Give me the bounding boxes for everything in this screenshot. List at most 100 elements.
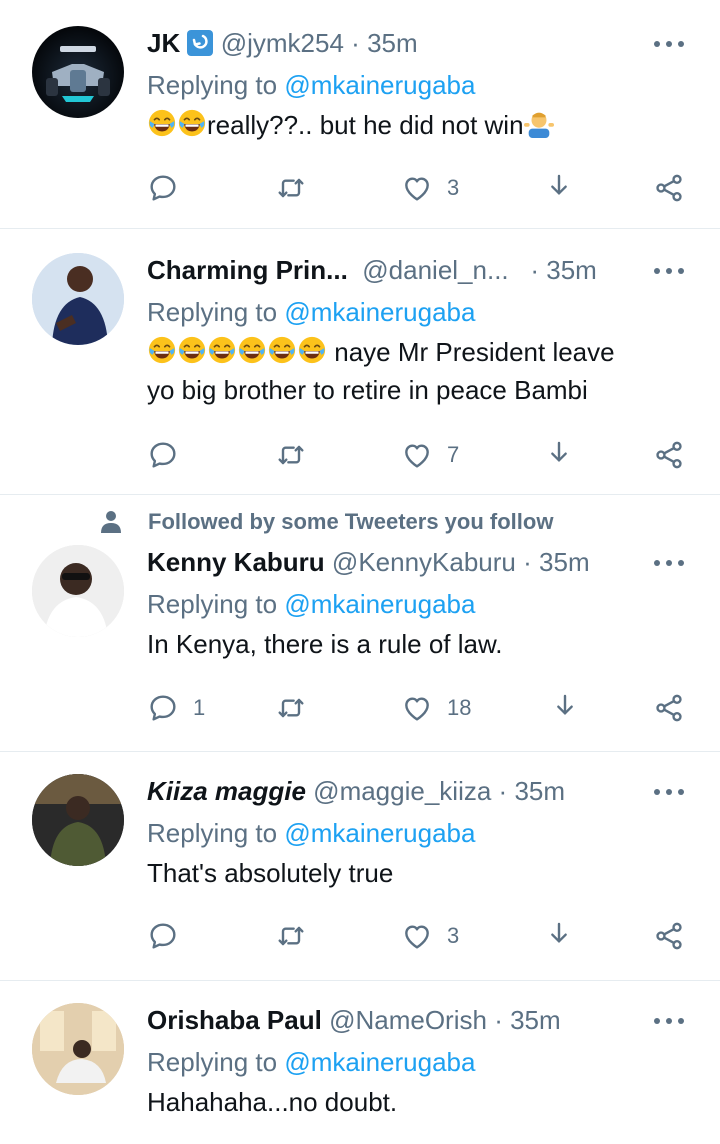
like-button[interactable]: 3 bbox=[401, 918, 459, 954]
bookmark-button[interactable] bbox=[549, 690, 581, 726]
timestamp[interactable]: 35m bbox=[510, 1005, 561, 1035]
reply-icon bbox=[147, 439, 179, 471]
tweet[interactable]: Orishaba Paul @NameOrish · 35m Replying … bbox=[0, 981, 720, 1144]
avatar[interactable] bbox=[32, 774, 124, 866]
tweet-actions: 1 18 bbox=[147, 690, 707, 726]
laughing-emoji bbox=[147, 335, 177, 365]
like-count: 18 bbox=[447, 695, 472, 720]
retweet-button[interactable] bbox=[275, 437, 307, 473]
profile-photo bbox=[32, 545, 124, 637]
retweet-button[interactable] bbox=[275, 170, 307, 206]
share-button[interactable] bbox=[653, 170, 685, 206]
profile-photo bbox=[32, 253, 124, 345]
tweet-actions: 3 bbox=[147, 170, 707, 206]
mention-link[interactable]: @mkainerugaba bbox=[284, 818, 475, 848]
like-count: 3 bbox=[447, 175, 460, 200]
like-button[interactable]: 7 bbox=[401, 437, 459, 473]
laughing-emoji bbox=[267, 335, 297, 365]
tweet-text-line: naye Mr President leave bbox=[334, 337, 615, 367]
social-context-text: Followed by some Tweeters you follow bbox=[148, 509, 554, 534]
reply-button[interactable] bbox=[147, 437, 193, 473]
share-button[interactable] bbox=[653, 690, 685, 726]
replying-to: Replying to @mkainerugaba bbox=[147, 816, 690, 850]
mention-link[interactable]: @mkainerugaba bbox=[284, 297, 475, 327]
tweet-text: really??.. but he did not win bbox=[147, 106, 690, 144]
tweet-actions: 3 bbox=[147, 918, 707, 954]
laughing-emoji bbox=[207, 335, 237, 365]
handle[interactable]: @KennyKaburu bbox=[332, 547, 516, 577]
display-name[interactable]: Kiiza maggie bbox=[147, 776, 306, 806]
bookmark-icon bbox=[549, 692, 581, 724]
timestamp[interactable]: 35m bbox=[539, 547, 590, 577]
avatar[interactable] bbox=[32, 253, 124, 345]
reply-icon bbox=[147, 692, 179, 724]
replying-to: Replying to @mkainerugaba bbox=[147, 68, 690, 102]
handle[interactable]: @NameOrish bbox=[329, 1005, 487, 1035]
reply-button[interactable]: 1 bbox=[147, 690, 205, 726]
bookmark-icon bbox=[543, 920, 575, 952]
reply-count: 1 bbox=[193, 695, 206, 720]
bookmark-button[interactable] bbox=[543, 918, 575, 954]
tweet[interactable]: JK @jymk254 · 35m Replying to @mkainerug… bbox=[0, 0, 720, 229]
avatar[interactable] bbox=[32, 1003, 124, 1095]
handle[interactable]: @daniel_n... bbox=[362, 255, 508, 285]
display-name[interactable]: Charming Prin... bbox=[147, 255, 348, 285]
like-button[interactable]: 3 bbox=[401, 170, 459, 206]
reply-button[interactable] bbox=[147, 918, 193, 954]
replying-to: Replying to @mkainerugaba bbox=[147, 295, 690, 329]
more-options-icon[interactable] bbox=[654, 788, 684, 796]
share-icon bbox=[653, 439, 685, 471]
tweet-header: Kenny Kaburu @KennyKaburu · 35m bbox=[147, 545, 690, 579]
more-options-icon[interactable] bbox=[654, 559, 684, 567]
laughing-emoji bbox=[297, 335, 327, 365]
more-options-icon[interactable] bbox=[654, 40, 684, 48]
profile-photo bbox=[32, 1003, 124, 1095]
timestamp[interactable]: 35m bbox=[546, 255, 597, 285]
avatar[interactable] bbox=[32, 26, 124, 118]
tweet-header: Kiiza maggie @maggie_kiiza · 35m bbox=[147, 774, 690, 808]
retweet-button[interactable] bbox=[275, 918, 307, 954]
bookmark-icon bbox=[543, 439, 575, 471]
like-icon bbox=[401, 439, 433, 471]
social-context: Followed by some Tweeters you follow bbox=[100, 507, 553, 537]
handle[interactable]: @jymk254 bbox=[221, 28, 344, 58]
separator: · bbox=[494, 1005, 503, 1035]
reply-button[interactable] bbox=[147, 170, 193, 206]
replying-label: Replying to bbox=[147, 70, 278, 100]
person-icon bbox=[101, 511, 121, 533]
tweet-text: That's absolutely true bbox=[147, 858, 394, 888]
tweet-header: Charming Prin... @daniel_n... · 35m bbox=[147, 253, 690, 287]
separator: · bbox=[523, 547, 532, 577]
bookmark-button[interactable] bbox=[543, 170, 575, 206]
laughing-emoji bbox=[237, 335, 267, 365]
mention-link[interactable]: @mkainerugaba bbox=[284, 70, 475, 100]
like-button[interactable]: 18 bbox=[401, 690, 471, 726]
share-button[interactable] bbox=[653, 918, 685, 954]
handle[interactable]: @maggie_kiiza bbox=[313, 776, 491, 806]
bookmark-button[interactable] bbox=[543, 437, 575, 473]
tweet[interactable]: Followed by some Tweeters you follow Ken… bbox=[0, 495, 720, 752]
timestamp[interactable]: 35m bbox=[367, 28, 418, 58]
retweet-icon bbox=[275, 692, 307, 724]
retweet-icon bbox=[275, 439, 307, 471]
replying-label: Replying to bbox=[147, 589, 278, 619]
timestamp[interactable]: 35m bbox=[514, 776, 565, 806]
tweet[interactable]: Kiiza maggie @maggie_kiiza · 35m Replyin… bbox=[0, 752, 720, 981]
share-icon bbox=[653, 920, 685, 952]
mention-link[interactable]: @mkainerugaba bbox=[284, 589, 475, 619]
avatar[interactable] bbox=[32, 545, 124, 637]
display-name[interactable]: JK bbox=[147, 28, 180, 58]
race-car-image bbox=[46, 46, 110, 102]
share-button[interactable] bbox=[653, 437, 685, 473]
display-name[interactable]: Kenny Kaburu bbox=[147, 547, 325, 577]
display-name[interactable]: Orishaba Paul bbox=[147, 1005, 322, 1035]
more-options-icon[interactable] bbox=[654, 267, 684, 275]
retweet-badge-icon bbox=[187, 30, 214, 56]
mention-link[interactable]: @mkainerugaba bbox=[284, 1047, 475, 1077]
profile-photo bbox=[32, 774, 124, 866]
share-icon bbox=[653, 692, 685, 724]
retweet-button[interactable] bbox=[275, 690, 307, 726]
tweet[interactable]: Charming Prin... @daniel_n... · 35m Repl… bbox=[0, 229, 720, 495]
more-options-icon[interactable] bbox=[654, 1017, 684, 1025]
replying-label: Replying to bbox=[147, 297, 278, 327]
